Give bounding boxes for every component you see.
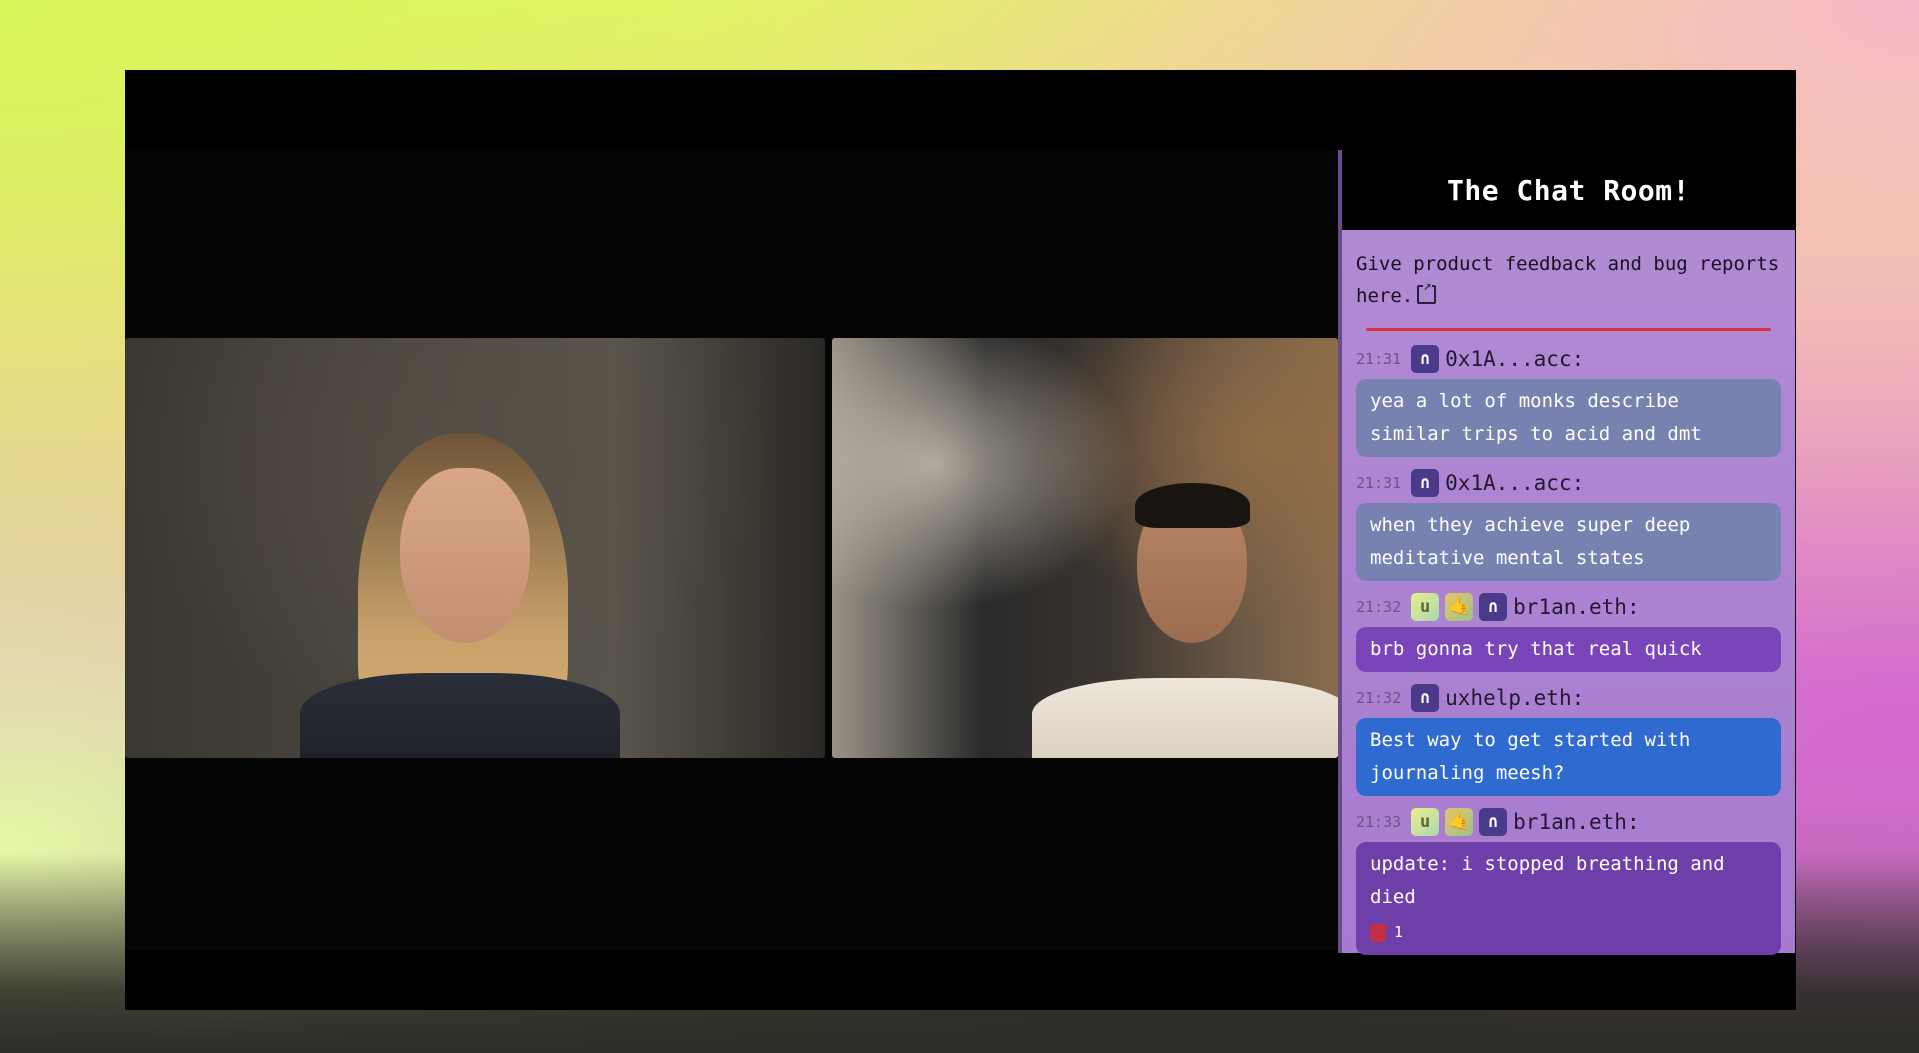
message-bubble: yea a lot of monks describe similar trip…: [1356, 379, 1781, 457]
message-username[interactable]: uxhelp.eth:: [1445, 686, 1584, 710]
video-tile-participant-2[interactable]: [832, 338, 1338, 758]
message-username[interactable]: 0x1A...acc:: [1445, 471, 1584, 495]
chat-message[interactable]: 21:33 u 🤙 ∩ br1an.eth: update: i stopped brea…: [1342, 806, 1795, 955]
chat-message[interactable]: 21:31 ∩ 0x1A...acc: yea a lot of monks desc…: [1342, 343, 1795, 457]
chat-panel: The Chat Room! Give product feedback and…: [1338, 150, 1795, 955]
message-bubble: update: i stopped breathing and died 1: [1356, 842, 1781, 955]
message-text: when they achieve super deep meditative …: [1370, 514, 1691, 569]
u-badge-icon: u: [1411, 593, 1440, 621]
message-bubble: when they achieve super deep meditative …: [1356, 503, 1781, 581]
message-text: brb gonna try that real quick: [1370, 638, 1702, 660]
reaction-count: 1: [1394, 923, 1404, 941]
hand-badge-icon: 🤙: [1445, 808, 1474, 836]
u-badge-icon: u: [1411, 808, 1440, 836]
participant-body: [300, 673, 620, 758]
nouns-badge-icon: ∩: [1479, 808, 1508, 836]
external-link-icon: [1417, 278, 1437, 304]
message-meta: 21:31 ∩ 0x1A...acc:: [1356, 343, 1781, 375]
chat-message[interactable]: 21:31 ∩ 0x1A...acc: when they achieve super…: [1342, 467, 1795, 581]
message-list: 21:31 ∩ 0x1A...acc: yea a lot of monks desc…: [1342, 343, 1795, 955]
message-text: Best way to get started with journaling …: [1370, 729, 1691, 784]
message-bubble: Best way to get started with journaling …: [1356, 718, 1781, 796]
reaction-icon: [1370, 923, 1386, 942]
message-meta: 21:32 u 🤙 ∩ br1an.eth:: [1356, 591, 1781, 623]
nouns-badge-icon: ∩: [1411, 469, 1440, 497]
divider: [1366, 328, 1771, 331]
reaction[interactable]: 1: [1370, 916, 1767, 949]
message-username[interactable]: br1an.eth:: [1513, 810, 1639, 834]
message-time: 21:31: [1356, 474, 1402, 492]
participant-hair: [1135, 483, 1250, 528]
hand-badge-icon: 🤙: [1445, 593, 1474, 621]
message-meta: 21:31 ∩ 0x1A...acc:: [1356, 467, 1781, 499]
message-time: 21:31: [1356, 350, 1402, 368]
message-meta: 21:32 ∩ uxhelp.eth:: [1356, 682, 1781, 714]
feedback-link[interactable]: Give product feedback and bug reports he…: [1342, 230, 1795, 312]
message-time: 21:32: [1356, 598, 1402, 616]
chat-title: The Chat Room!: [1342, 150, 1795, 230]
message-username[interactable]: br1an.eth:: [1513, 595, 1639, 619]
participant-body: [1032, 678, 1338, 758]
participant-face: [400, 468, 530, 643]
message-bubble: brb gonna try that real quick: [1356, 627, 1781, 672]
message-time: 21:33: [1356, 813, 1402, 831]
message-text: yea a lot of monks describe similar trip…: [1370, 390, 1702, 445]
nouns-badge-icon: ∩: [1411, 684, 1440, 712]
message-meta: 21:33 u 🤙 ∩ br1an.eth:: [1356, 806, 1781, 838]
message-text: update: i stopped breathing and died: [1370, 853, 1725, 908]
chat-message[interactable]: 21:32 u 🤙 ∩ br1an.eth: brb gonna try that rea…: [1342, 591, 1795, 672]
nouns-badge-icon: ∩: [1479, 593, 1508, 621]
nouns-badge-icon: ∩: [1411, 345, 1440, 373]
video-tile-participant-1[interactable]: [125, 338, 825, 758]
message-username[interactable]: 0x1A...acc:: [1445, 347, 1584, 371]
chat-message[interactable]: 21:32 ∩ uxhelp.eth: Best way to get started…: [1342, 682, 1795, 796]
message-time: 21:32: [1356, 689, 1402, 707]
